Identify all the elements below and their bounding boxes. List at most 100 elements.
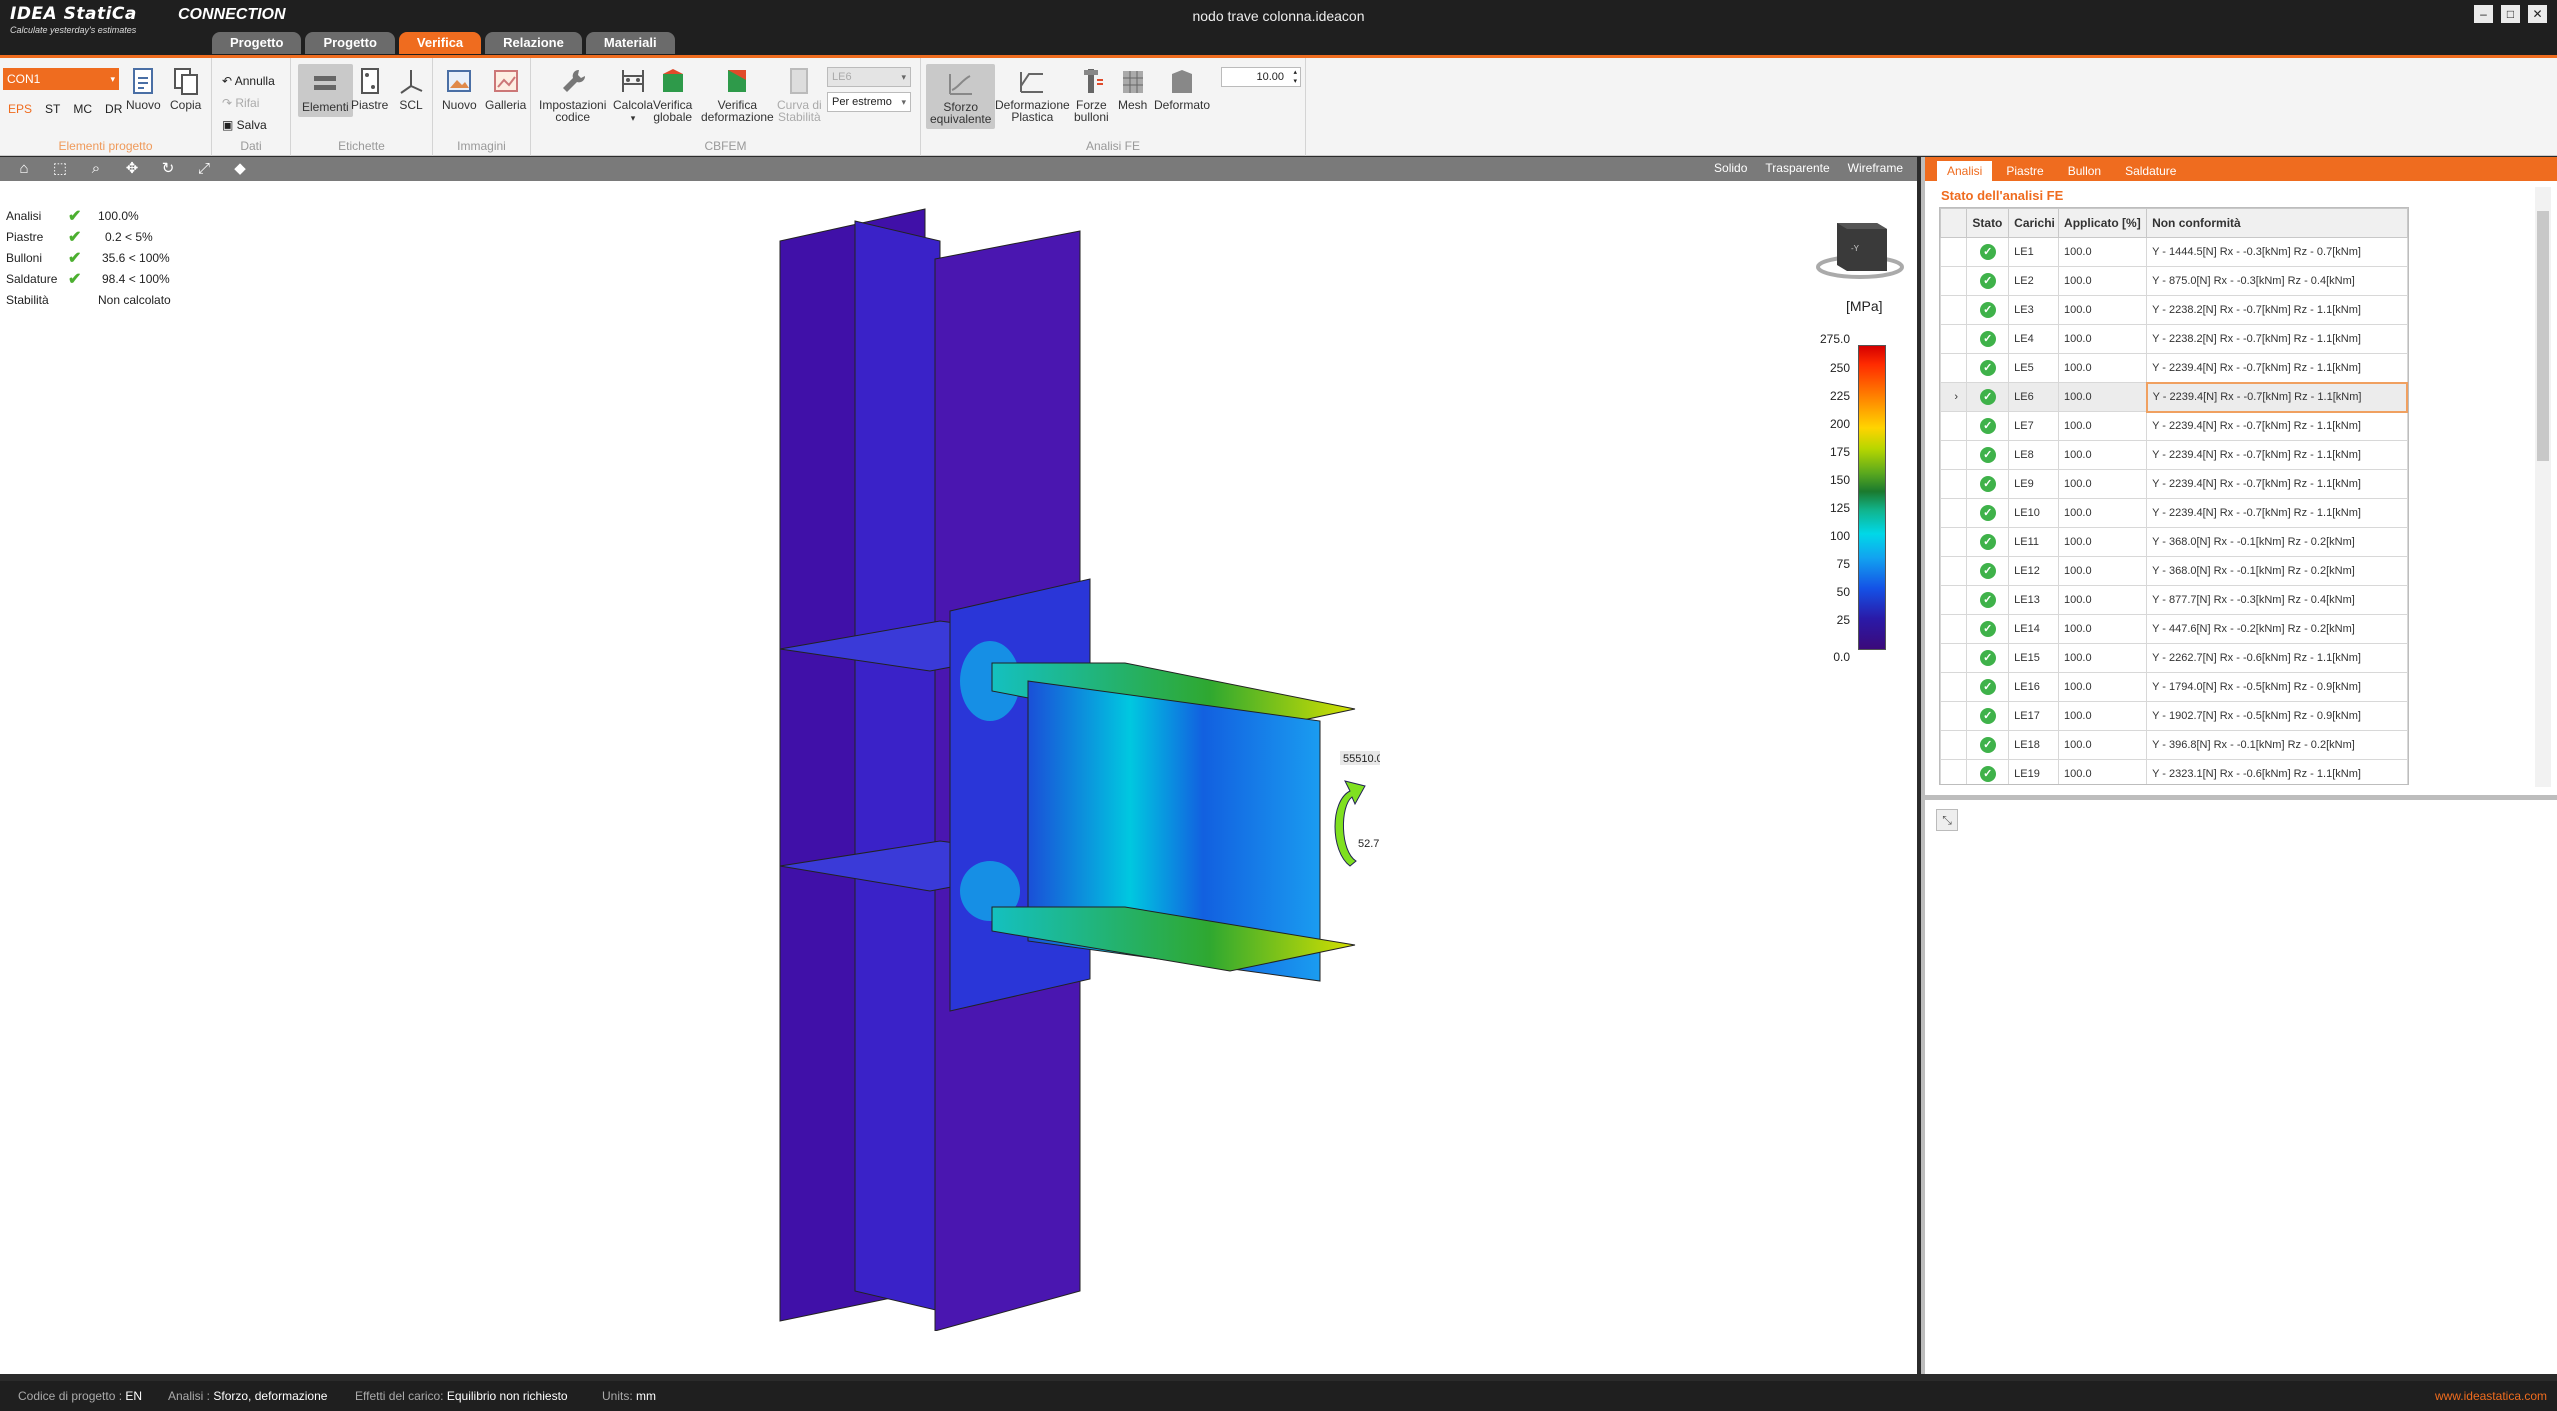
row-selector[interactable] [1940,730,1968,760]
tab-progetto-2[interactable]: Progetto [305,32,395,54]
elements-toggle-button[interactable]: Elementi [298,64,353,117]
table-row[interactable]: ✓ LE8 100.0 Y - 2239.4[N] Rx - -0.7[kNm] Rz… [1940,440,2408,470]
row-selector[interactable] [1940,469,1968,499]
scale-stepper[interactable]: 10.00 ▴ ▾ [1221,67,1301,87]
project-select[interactable]: CON1 ▾ [3,68,119,90]
type-eps-button[interactable]: EPS [8,102,32,116]
code-settings-button[interactable]: Impostazioni codice [539,66,606,123]
scl-toggle-button[interactable]: SCL [397,66,425,111]
row-selector[interactable] [1940,527,1968,557]
type-st-button[interactable]: ST [45,102,60,116]
table-row[interactable]: ✓ LE11 100.0 Y - 368.0[N] Rx - -0.1[kNm] Rz… [1940,527,2408,557]
deformed-button[interactable]: Deformato [1154,66,1210,111]
row-selector[interactable] [1940,237,1968,267]
tab-saldature[interactable]: Saldature [2115,161,2186,181]
view-mode-solid[interactable]: Solido [1714,161,1747,175]
table-row[interactable]: ✓ LE19 100.0 Y - 2323.1[N] Rx - -0.6[kNm] R… [1940,759,2408,784]
table-row[interactable]: ✓ LE7 100.0 Y - 2239.4[N] Rx - -0.7[kNm] Rz… [1940,411,2408,441]
pan-icon[interactable]: ✥ [123,160,141,178]
table-row[interactable]: ✓ LE17 100.0 Y - 1902.7[N] Rx - -0.5[kNm] R… [1940,701,2408,731]
close-icon[interactable]: ✕ [2528,5,2547,23]
gallery-button[interactable]: Galleria [485,66,526,111]
minimize-icon[interactable]: – [2474,5,2493,23]
row-selector[interactable] [1940,643,1968,673]
extreme-select[interactable]: Per estremo ▾ [827,92,911,112]
row-selector[interactable] [1940,498,1968,528]
row-selector[interactable] [1940,672,1968,702]
rotate-icon[interactable]: ↻ [159,160,177,178]
deformation-check-button[interactable]: Verifica deformazione [701,66,774,123]
row-selector[interactable] [1940,614,1968,644]
equivalent-stress-button[interactable]: Sforzo equivalente [926,64,996,129]
table-row[interactable]: ✓ LE15 100.0 Y - 2262.7[N] Rx - -0.6[kNm] R… [1940,643,2408,673]
table-row[interactable]: ✓ LE9 100.0 Y - 2239.4[N] Rx - -0.7[kNm] Rz… [1940,469,2408,499]
row-selector[interactable]: › [1940,382,1968,412]
table-row[interactable]: ✓ LE14 100.0 Y - 447.6[N] Rx - -0.2[kNm] Rz… [1940,614,2408,644]
stability-curve-button[interactable]: Curva di Stabilità [777,66,822,123]
tab-materiali[interactable]: Materiali [585,32,675,54]
navigation-cube[interactable]: -Y [1815,215,1905,288]
row-selector[interactable] [1940,324,1968,354]
row-selector[interactable] [1940,759,1968,784]
plates-toggle-button[interactable]: Piastre [351,66,388,111]
view-mode-wireframe[interactable]: Wireframe [1848,161,1903,175]
table-row[interactable]: › ✓ LE6 100.0 Y - 2239.4[N] Rx - -0.7[kNm] R… [1940,381,2408,413]
tab-relazione[interactable]: Relazione [485,32,582,54]
copy-button[interactable]: Copia [170,66,201,111]
tab-piastre[interactable]: Piastre [1996,161,2053,181]
row-selector[interactable] [1940,701,1968,731]
row-selector[interactable] [1940,585,1968,615]
redo-button[interactable]: ↷ Rifai [222,92,275,114]
maximize-icon[interactable]: □ [2501,5,2520,23]
column-header-carichi[interactable]: Carichi [2008,208,2060,238]
row-selector[interactable] [1940,266,1968,296]
load-case-select[interactable]: LE6 ▾ [827,67,911,87]
table-row[interactable]: ✓ LE18 100.0 Y - 396.8[N] Rx - -0.1[kNm] Rz… [1940,730,2408,760]
new-project-button[interactable]: Nuovo [126,66,161,111]
tab-bulloni[interactable]: Bullon [2058,161,2111,181]
zoom-icon[interactable]: ⌕ [87,160,105,178]
row-selector[interactable] [1940,295,1968,325]
new-image-button[interactable]: Nuovo [442,66,477,111]
column-header-stato[interactable]: Stato [1966,208,2010,238]
row-selector[interactable] [1940,556,1968,586]
results-scrollbar[interactable] [2535,187,2551,787]
website-link[interactable]: www.ideastatica.com [2435,1389,2547,1403]
scrollbar-thumb[interactable] [2537,211,2549,461]
table-row[interactable]: ✓ LE2 100.0 Y - 875.0[N] Rx - -0.3[kNm] Rz … [1940,266,2408,296]
type-dr-button[interactable]: DR [105,102,122,116]
tab-progetto-1[interactable]: Progetto [212,32,302,54]
eraser-icon[interactable]: ◆ [231,160,249,178]
table-row[interactable]: ✓ LE16 100.0 Y - 1794.0[N] Rx - -0.5[kNm] R… [1940,672,2408,702]
table-row[interactable]: ✓ LE5 100.0 Y - 2239.4[N] Rx - -0.7[kNm] Rz… [1940,353,2408,383]
type-mc-button[interactable]: MC [73,102,92,116]
zoom-window-icon[interactable]: ⬚ [51,160,69,178]
table-row[interactable]: ✓ LE13 100.0 Y - 877.7[N] Rx - -0.3[kNm] Rz… [1940,585,2408,615]
3d-viewport[interactable]: Analisi ✔ 100.0% Piastre ✔ 0.2 < 5% Bull… [0,181,1917,1374]
panel-splitter[interactable] [1925,795,2557,800]
plastic-strain-button[interactable]: Deformazione Plastica [995,66,1070,123]
row-selector[interactable] [1940,440,1968,470]
tab-verifica[interactable]: Verifica [398,32,482,54]
fit-icon[interactable]: ⤢ [195,160,213,178]
table-row[interactable]: ✓ LE3 100.0 Y - 2238.2[N] Rx - -0.7[kNm] Rz… [1940,295,2408,325]
expand-icon[interactable]: ⤡ [1936,809,1958,831]
table-row[interactable]: ✓ LE10 100.0 Y - 2239.4[N] Rx - -0.7[kNm] R… [1940,498,2408,528]
view-mode-transparent[interactable]: Trasparente [1765,161,1829,175]
fe-model-render[interactable]: 55510.0 52.7 [760,201,1380,1331]
row-selector[interactable] [1940,353,1968,383]
table-row[interactable]: ✓ LE4 100.0 Y - 2238.2[N] Rx - -0.7[kNm] Rz… [1940,324,2408,354]
bolt-forces-button[interactable]: Forze bulloni [1074,66,1109,123]
calculate-button[interactable]: Calcola ▾ [613,66,653,124]
home-icon[interactable]: ⌂ [15,160,33,178]
undo-button[interactable]: ↶ Annulla [222,70,275,92]
table-row[interactable]: ✓ LE1 100.0 Y - 1444.5[N] Rx - -0.3[kNm] Rz… [1940,237,2408,267]
row-selector[interactable] [1940,411,1968,441]
tab-analisi[interactable]: Analisi [1937,161,1993,181]
table-row[interactable]: ✓ LE12 100.0 Y - 368.0[N] Rx - -0.1[kNm] Rz… [1940,556,2408,586]
column-header-non-conformita[interactable]: Non conformità [2146,208,2408,238]
mesh-button[interactable]: Mesh [1118,66,1147,111]
global-check-button[interactable]: Verifica globale [653,66,692,123]
stepper-arrows-icon[interactable]: ▴ ▾ [1293,68,1297,86]
save-button[interactable]: ▣ Salva [222,114,275,136]
